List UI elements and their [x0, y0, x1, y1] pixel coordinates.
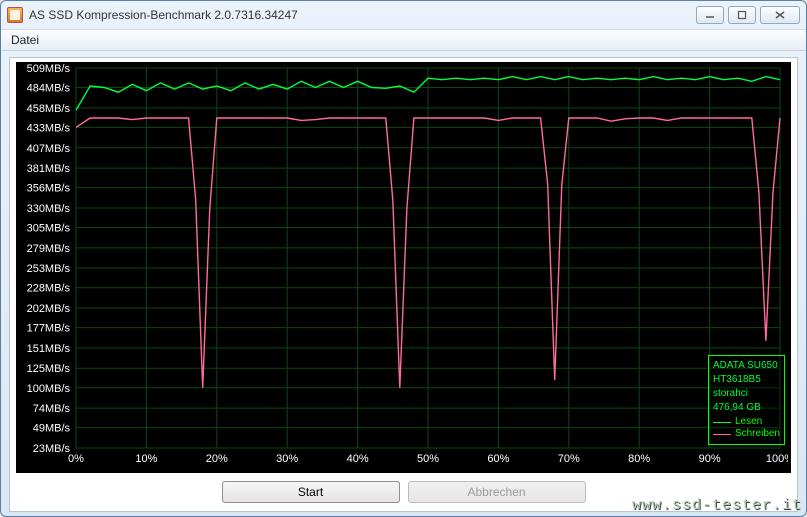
svg-text:509MB/s: 509MB/s: [27, 63, 71, 75]
svg-text:279MB/s: 279MB/s: [27, 243, 71, 255]
window-title: AS SSD Kompression-Benchmark 2.0.7316.34…: [29, 8, 696, 22]
svg-text:356MB/s: 356MB/s: [27, 183, 71, 195]
menubar: Datei: [1, 29, 806, 51]
svg-text:253MB/s: 253MB/s: [27, 263, 71, 275]
start-button[interactable]: Start: [222, 481, 400, 503]
svg-text:330MB/s: 330MB/s: [27, 203, 71, 215]
device-firmware: HT3618B5: [713, 374, 780, 386]
close-button[interactable]: [760, 6, 800, 24]
maximize-icon: [737, 10, 747, 20]
app-window: AS SSD Kompression-Benchmark 2.0.7316.34…: [0, 0, 807, 517]
svg-text:50%: 50%: [417, 453, 439, 465]
svg-text:381MB/s: 381MB/s: [27, 163, 71, 175]
minimize-button[interactable]: [696, 6, 724, 24]
svg-text:0%: 0%: [68, 453, 84, 465]
svg-text:80%: 80%: [628, 453, 650, 465]
svg-text:49MB/s: 49MB/s: [33, 423, 71, 435]
menu-file[interactable]: Datei: [11, 33, 39, 47]
window-controls: [696, 6, 800, 24]
svg-text:100%: 100%: [766, 453, 788, 465]
titlebar: AS SSD Kompression-Benchmark 2.0.7316.34…: [1, 1, 806, 29]
svg-text:407MB/s: 407MB/s: [27, 143, 71, 155]
legend-read-label: Lesen: [735, 416, 762, 428]
svg-text:100MB/s: 100MB/s: [27, 383, 71, 395]
svg-text:433MB/s: 433MB/s: [27, 122, 71, 134]
maximize-button[interactable]: [728, 6, 756, 24]
legend-box: ADATA SU650 HT3618B5 storahci 476,94 GB …: [708, 355, 785, 445]
app-icon: [7, 7, 23, 23]
minimize-icon: [705, 10, 715, 20]
legend-read-swatch: [713, 422, 731, 423]
button-row: Start Abbrechen: [10, 475, 797, 511]
legend-read: Lesen: [713, 416, 780, 428]
device-capacity: 476,94 GB: [713, 402, 780, 414]
svg-text:484MB/s: 484MB/s: [27, 83, 71, 95]
svg-text:177MB/s: 177MB/s: [27, 323, 71, 335]
svg-text:70%: 70%: [558, 453, 580, 465]
svg-text:458MB/s: 458MB/s: [27, 103, 71, 115]
legend-write: Schreiben: [713, 428, 780, 440]
device-driver: storahci: [713, 388, 780, 400]
svg-text:20%: 20%: [206, 453, 228, 465]
legend-write-label: Schreiben: [735, 428, 780, 440]
svg-text:30%: 30%: [276, 453, 298, 465]
svg-text:202MB/s: 202MB/s: [27, 303, 71, 315]
svg-text:10%: 10%: [135, 453, 157, 465]
chart-area: 509MB/s 484MB/s 458MB/s 433MB/s 407MB/s 381MB…: [16, 62, 791, 473]
device-model: ADATA SU650: [713, 360, 780, 372]
close-icon: [774, 10, 786, 20]
svg-text:40%: 40%: [347, 453, 369, 465]
svg-text:305MB/s: 305MB/s: [27, 223, 71, 235]
svg-text:74MB/s: 74MB/s: [33, 403, 71, 415]
svg-text:60%: 60%: [487, 453, 509, 465]
svg-text:23MB/s: 23MB/s: [33, 443, 71, 455]
svg-text:228MB/s: 228MB/s: [27, 283, 71, 295]
content-panel: 509MB/s 484MB/s 458MB/s 433MB/s 407MB/s 381MB…: [9, 57, 798, 512]
svg-text:125MB/s: 125MB/s: [27, 363, 71, 375]
benchmark-chart: 509MB/s 484MB/s 458MB/s 433MB/s 407MB/s 381MB…: [16, 62, 788, 468]
legend-write-swatch: [713, 434, 731, 435]
svg-text:90%: 90%: [699, 453, 721, 465]
svg-text:151MB/s: 151MB/s: [27, 343, 71, 355]
abort-button: Abbrechen: [408, 481, 586, 503]
